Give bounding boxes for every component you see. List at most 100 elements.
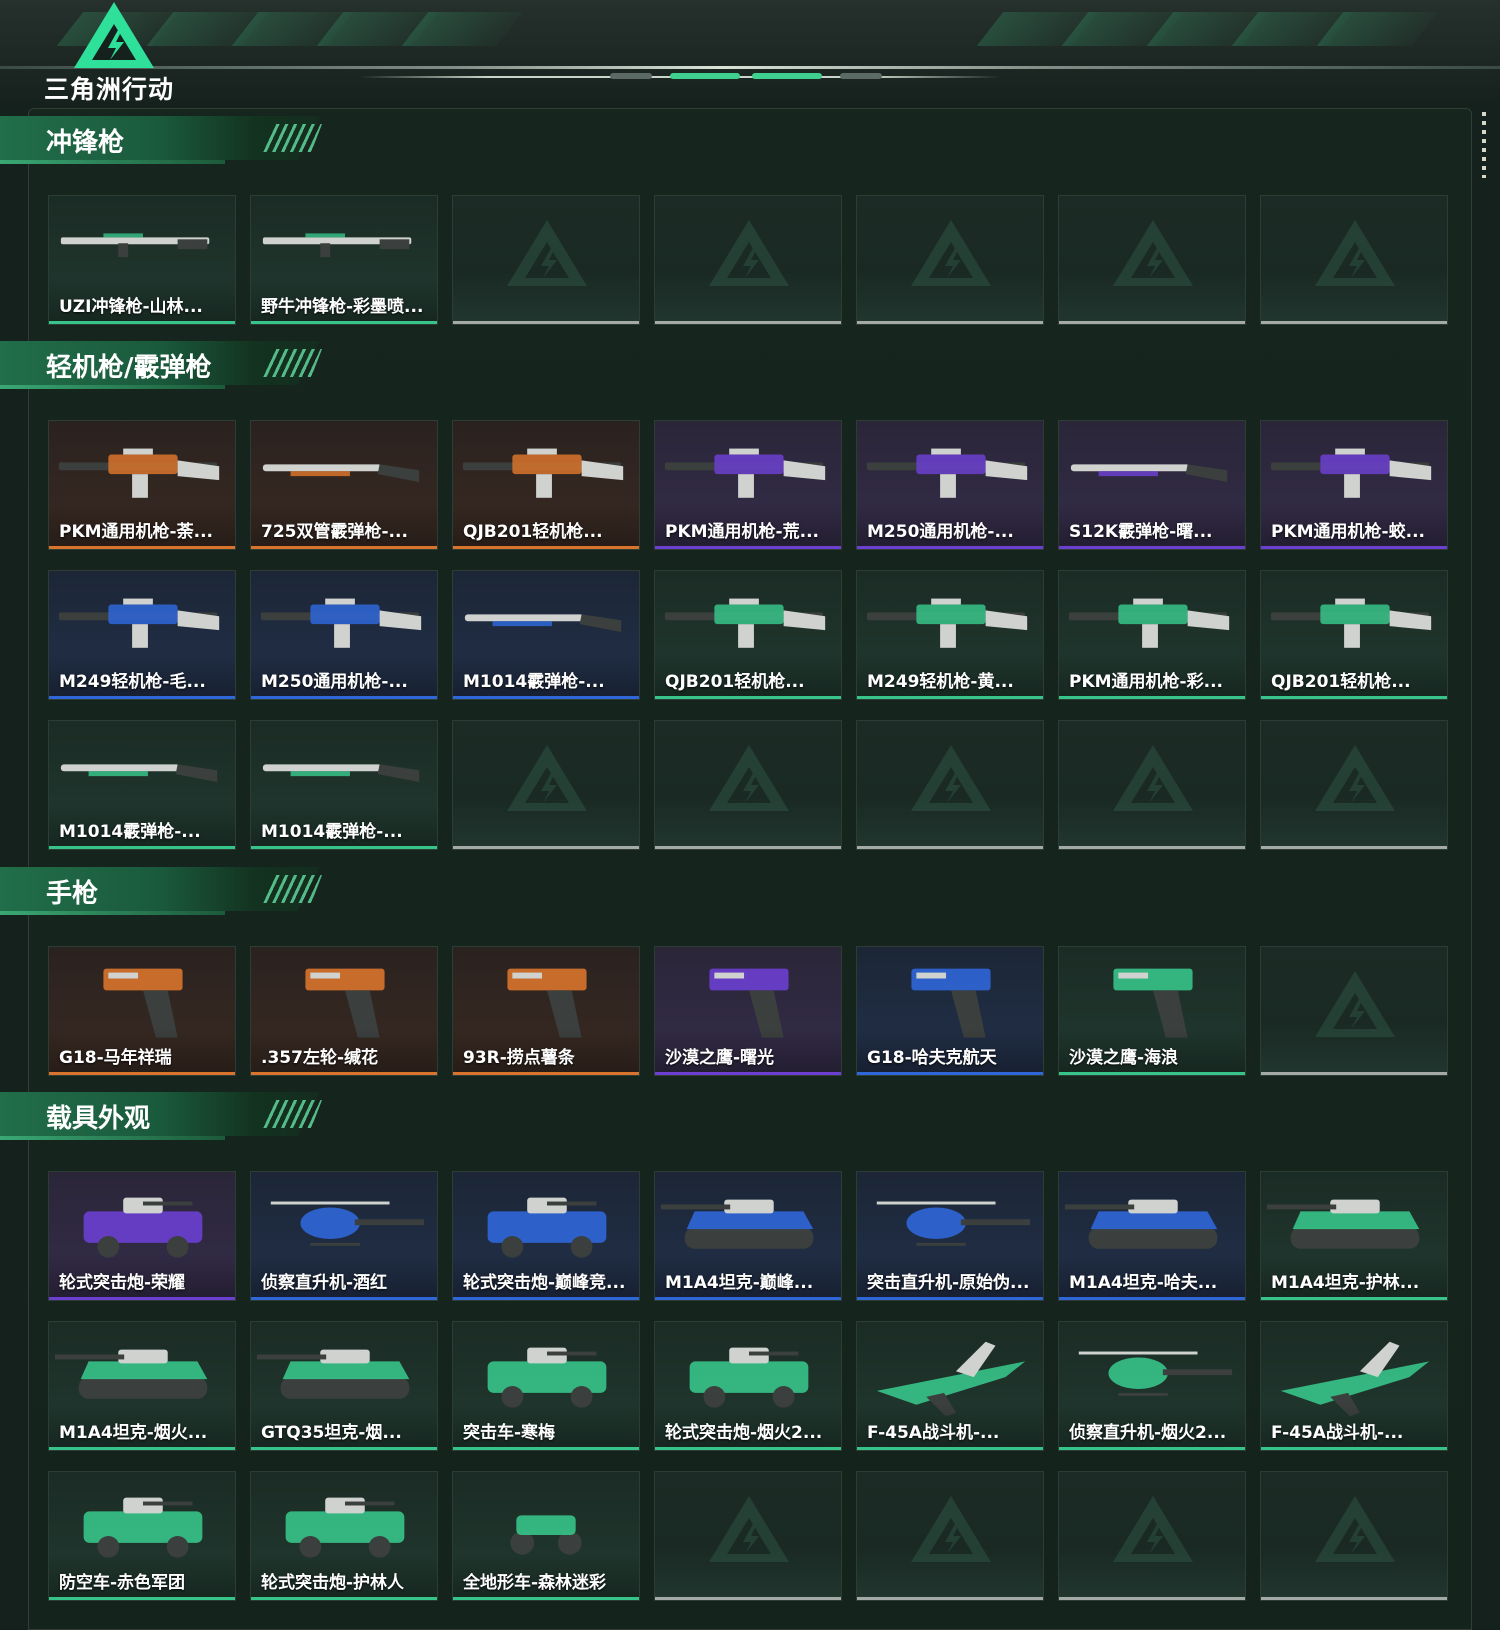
item-card[interactable]: QJB201轻机枪...	[452, 420, 640, 550]
banner-divider	[0, 66, 1500, 69]
item-card[interactable]: F-45A战斗机-...	[1260, 1321, 1448, 1451]
item-name: GTQ35坦克-烟...	[261, 1423, 402, 1443]
slot-bottom-bar	[453, 846, 639, 849]
section-header-underline	[0, 385, 225, 389]
item-card[interactable]: 轮式突击炮-烟火2...	[654, 1321, 842, 1451]
item-name: M1014霰弹枪-...	[59, 822, 201, 842]
slot-bottom-bar	[1261, 846, 1447, 849]
item-card[interactable]: F-45A战斗机-...	[856, 1321, 1044, 1451]
rarity-bar	[1261, 1297, 1447, 1300]
item-card[interactable]: 防空车-赤色军团	[48, 1471, 236, 1601]
placeholder-logo-icon	[1113, 220, 1193, 286]
item-card[interactable]: 725双管霰弹枪-...	[250, 420, 438, 550]
item-card[interactable]: PKM通用机枪-彩...	[1058, 570, 1246, 700]
item-card[interactable]: M250通用机枪-...	[250, 570, 438, 700]
item-name: 防空车-赤色军团	[59, 1573, 186, 1593]
item-card[interactable]: 93R-捞点薯条	[452, 946, 640, 1076]
delta-logo-icon	[74, 2, 154, 68]
empty-slot	[856, 1471, 1044, 1601]
item-card[interactable]: GTQ35坦克-烟...	[250, 1321, 438, 1451]
item-name: PKM通用机枪-蛟...	[1271, 522, 1425, 542]
item-card[interactable]: 轮式突击炮-护林人	[250, 1471, 438, 1601]
item-name: 全地形车-森林迷彩	[463, 1573, 607, 1593]
item-card[interactable]: M1A4坦克-护林...	[1260, 1171, 1448, 1301]
section-header-underline	[0, 1136, 225, 1140]
placeholder-logo-icon	[911, 745, 991, 811]
item-card[interactable]: M249轻机枪-毛...	[48, 570, 236, 700]
rarity-bar	[453, 1447, 639, 1450]
slot-bottom-bar	[655, 1597, 841, 1600]
item-card[interactable]: M1014霰弹枪-...	[48, 720, 236, 850]
empty-slot	[654, 195, 842, 325]
rarity-bar	[453, 1297, 639, 1300]
item-name: .357左轮-缄花	[261, 1048, 378, 1068]
item-name: S12K霰弹枪-曙...	[1069, 522, 1213, 542]
rarity-bar	[857, 1447, 1043, 1450]
empty-slot	[856, 720, 1044, 850]
section-header: 手枪	[0, 867, 330, 917]
item-card[interactable]: 轮式突击炮-荣耀	[48, 1171, 236, 1301]
item-card[interactable]: 野牛冲锋枪-彩墨喷...	[250, 195, 438, 325]
rarity-bar	[251, 1072, 437, 1075]
item-card[interactable]: 全地形车-森林迷彩	[452, 1471, 640, 1601]
rarity-bar	[251, 1297, 437, 1300]
section-header: 载具外观	[0, 1092, 330, 1142]
item-card[interactable]: M1A4坦克-巅峰...	[654, 1171, 842, 1301]
section-header-underline	[0, 911, 225, 915]
item-card[interactable]: 突击直升机-原始伪...	[856, 1171, 1044, 1301]
slot-bottom-bar	[655, 321, 841, 324]
rarity-bar	[49, 846, 235, 849]
empty-slot	[654, 720, 842, 850]
item-name: 沙漠之鹰-海浪	[1069, 1048, 1179, 1068]
item-card[interactable]: 轮式突击炮-巅峰竞...	[452, 1171, 640, 1301]
item-card[interactable]: PKM通用机枪-荒...	[654, 420, 842, 550]
rarity-bar	[1059, 1297, 1245, 1300]
rarity-bar	[453, 1597, 639, 1600]
item-name: M249轻机枪-毛...	[59, 672, 206, 692]
item-card[interactable]: G18-马年祥瑞	[48, 946, 236, 1076]
item-card[interactable]: 侦察直升机-烟火2...	[1058, 1321, 1246, 1451]
item-card[interactable]: M1014霰弹枪-...	[250, 720, 438, 850]
slot-bottom-bar	[1261, 1597, 1447, 1600]
item-card[interactable]: 沙漠之鹰-曙光	[654, 946, 842, 1076]
rarity-bar	[655, 546, 841, 549]
item-card[interactable]: QJB201轻机枪...	[654, 570, 842, 700]
rarity-bar	[1059, 546, 1245, 549]
item-name: 轮式突击炮-荣耀	[59, 1273, 186, 1293]
slot-bottom-bar	[1059, 1597, 1245, 1600]
empty-slot	[654, 1471, 842, 1601]
scrollbar[interactable]	[1482, 112, 1486, 178]
item-card[interactable]: QJB201轻机枪...	[1260, 570, 1448, 700]
item-name: F-45A战斗机-...	[867, 1423, 1000, 1443]
item-name: UZI冲锋枪-山林...	[59, 297, 203, 317]
rarity-bar	[857, 1072, 1043, 1075]
item-card[interactable]: PKM通用机枪-荼...	[48, 420, 236, 550]
empty-slot	[1260, 946, 1448, 1076]
item-name: 野牛冲锋枪-彩墨喷...	[261, 297, 424, 317]
item-card[interactable]: UZI冲锋枪-山林...	[48, 195, 236, 325]
slot-bottom-bar	[1059, 321, 1245, 324]
game-logo: 三角洲行动	[44, 0, 204, 104]
item-name: M1A4坦克-烟火...	[59, 1423, 208, 1443]
item-name: 突击直升机-原始伪...	[867, 1273, 1030, 1293]
item-card[interactable]: M249轻机枪-黄...	[856, 570, 1044, 700]
placeholder-logo-icon	[1113, 745, 1193, 811]
item-card[interactable]: PKM通用机枪-蛟...	[1260, 420, 1448, 550]
item-name: QJB201轻机枪...	[665, 672, 805, 692]
item-card[interactable]: S12K霰弹枪-曙...	[1058, 420, 1246, 550]
placeholder-logo-icon	[507, 220, 587, 286]
item-card[interactable]: M1014霰弹枪-...	[452, 570, 640, 700]
item-card[interactable]: 沙漠之鹰-海浪	[1058, 946, 1246, 1076]
item-card[interactable]: G18-哈夫克航天	[856, 946, 1044, 1076]
item-card[interactable]: .357左轮-缄花	[250, 946, 438, 1076]
item-card[interactable]: M1A4坦克-烟火...	[48, 1321, 236, 1451]
item-card[interactable]: M1A4坦克-哈夫...	[1058, 1171, 1246, 1301]
empty-slot	[1058, 720, 1246, 850]
rarity-bar	[1059, 1447, 1245, 1450]
item-card[interactable]: M250通用机枪-...	[856, 420, 1044, 550]
item-card[interactable]: 侦察直升机-酒红	[250, 1171, 438, 1301]
item-name: 侦察直升机-烟火2...	[1069, 1423, 1227, 1443]
empty-slot	[452, 720, 640, 850]
placeholder-logo-icon	[709, 1496, 789, 1562]
item-card[interactable]: 突击车-寒梅	[452, 1321, 640, 1451]
